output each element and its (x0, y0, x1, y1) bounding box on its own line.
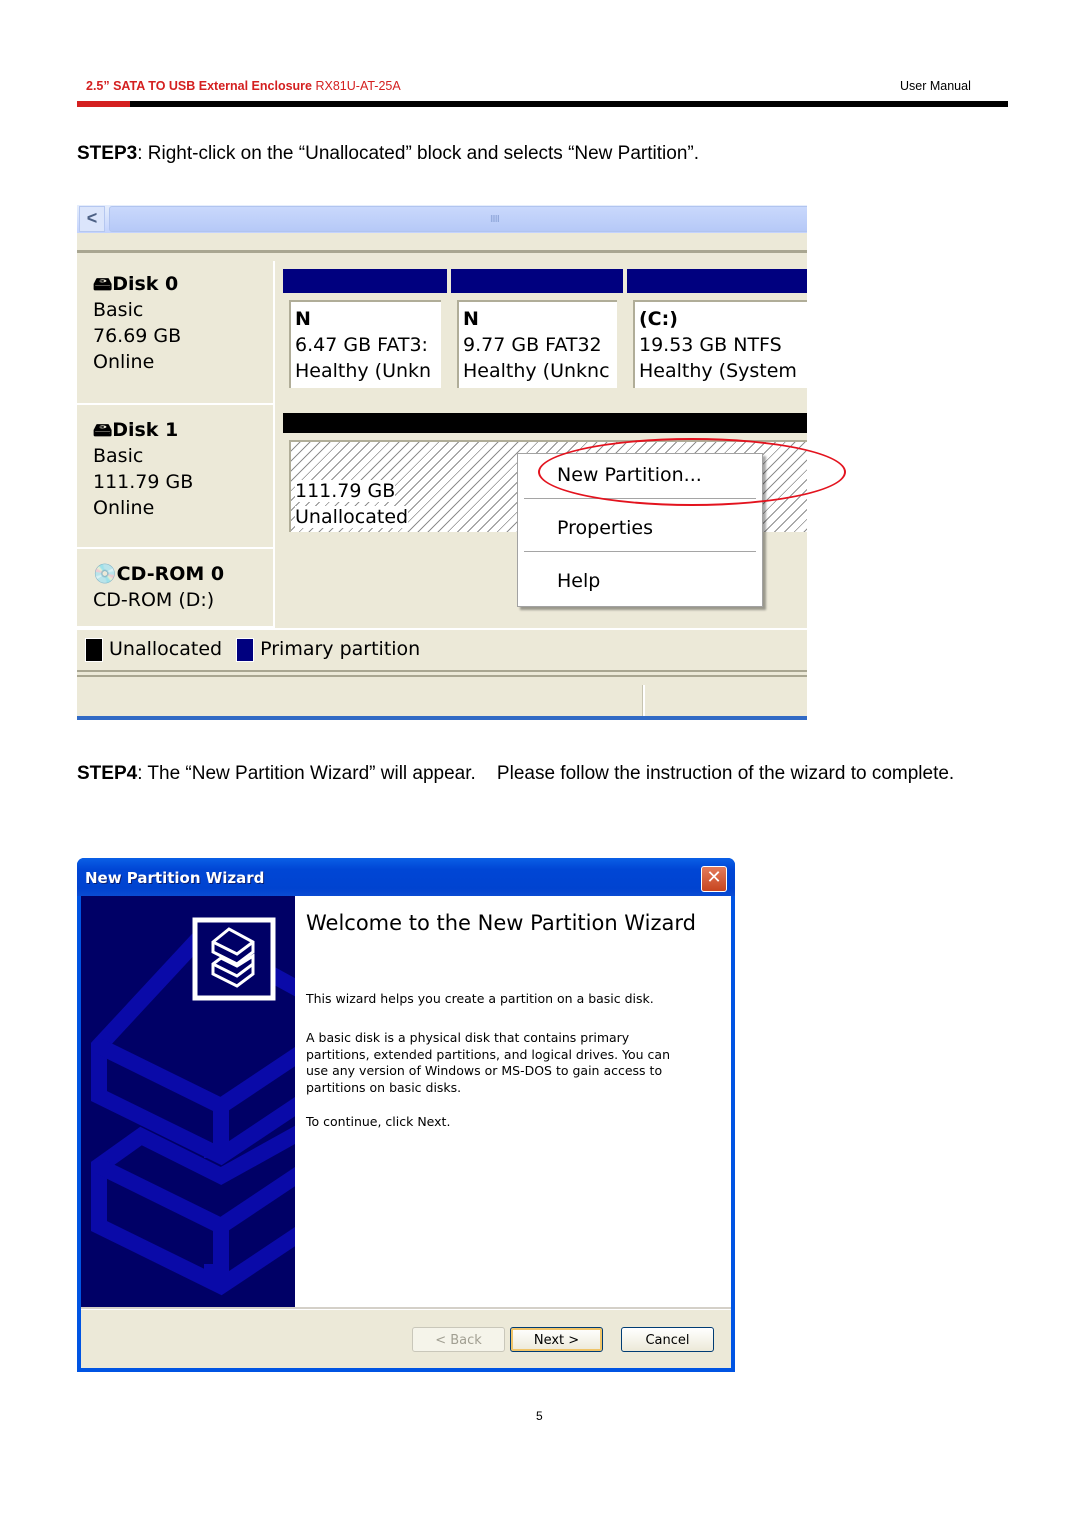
status-bar-divider (642, 685, 645, 717)
cdrom-0-title: 💿CD-ROM 0 (93, 563, 225, 585)
step4-label: STEP4 (77, 763, 138, 784)
disk-0-status: Online (93, 351, 155, 373)
menu-item-properties[interactable]: Properties (557, 517, 653, 539)
wizard-body: Welcome to the New Partition Wizard This… (81, 896, 731, 1368)
horizontal-scrollbar[interactable]: < IIIII (77, 205, 807, 233)
legend-swatch-unallocated (85, 637, 103, 662)
wizard-description-text: A basic disk is a physical disk that con… (306, 1030, 671, 1095)
menu-separator (524, 551, 756, 553)
cdrom-0-label[interactable]: 💿CD-ROM 0 CD-ROM (D:) (77, 549, 275, 628)
document-header-right: User Manual (900, 79, 971, 93)
product-name: 2.5” SATA TO USB External Enclosure (86, 79, 312, 93)
scrollbar-thumb[interactable]: IIIII (109, 206, 807, 232)
step4-instruction: STEP4: The “New Partition Wizard” will a… (77, 758, 1007, 790)
header-rule (77, 101, 1008, 107)
wizard-continue-text: To continue, click Next. (306, 1114, 451, 1129)
partition-block[interactable]: N 9.77 GB FAT32 Healthy (Unknc (451, 269, 623, 393)
partition-info: N 6.47 GB FAT3: Healthy (Unkn (289, 300, 441, 388)
wizard-heading: Welcome to the New Partition Wizard (306, 911, 696, 935)
scroll-left-button[interactable]: < (79, 206, 105, 232)
wizard-intro-text: This wizard helps you create a partition… (306, 991, 654, 1006)
stacked-disks-illustration (91, 917, 295, 1296)
disk-0-label[interactable]: 🖴Disk 0 Basic 76.69 GB Online (77, 261, 275, 405)
disk-1-title: 🖴Disk 1 (93, 419, 179, 441)
disk-1-type: Basic (93, 445, 144, 467)
model-number: RX81U-AT-25A (315, 79, 401, 93)
close-button[interactable]: ✕ (701, 866, 727, 892)
disk-0-partitions: N 6.47 GB FAT3: Healthy (Unkn N 9.77 GB … (277, 261, 807, 405)
divider (77, 250, 807, 253)
cd-rom-icon: 💿 (93, 563, 117, 585)
close-icon: ✕ (706, 867, 722, 888)
highlight-annotation-oval (538, 438, 846, 506)
partition-info: (C:) 19.53 GB NTFS Healthy (System (633, 300, 807, 388)
status-bar (77, 675, 807, 717)
cancel-button[interactable]: Cancel (621, 1327, 714, 1352)
header-rule-accent (77, 101, 130, 107)
step3-text: : Right-click on the “Unallocated” block… (137, 143, 699, 164)
legend-label-primary: Primary partition (260, 638, 421, 660)
disk-1-status: Online (93, 497, 155, 519)
unallocated-band (283, 413, 807, 433)
legend-label-unallocated: Unallocated (109, 638, 223, 660)
wizard-content: Welcome to the New Partition Wizard This… (295, 896, 731, 1307)
step3-instruction: STEP3: Right-click on the “Unallocated” … (77, 138, 699, 170)
hard-disk-icon: 🖴 (93, 273, 113, 295)
wizard-title: New Partition Wizard (85, 869, 265, 887)
new-partition-wizard-window: New Partition Wizard ✕ Welcome to the Ne… (77, 858, 735, 1372)
step3-label: STEP3 (77, 143, 138, 164)
partition-block[interactable]: (C:) 19.53 GB NTFS Healthy (System (627, 269, 807, 393)
document-header-title: 2.5” SATA TO USB External Enclosure RX81… (86, 79, 401, 93)
step4-text: : The “New Partition Wizard” will appear… (137, 763, 955, 784)
scrollbar-grip-icon: IIIII (490, 214, 500, 225)
disk-0-size: 76.69 GB (93, 325, 182, 347)
disk-0-title: 🖴Disk 0 (93, 273, 179, 295)
primary-partition-band (283, 269, 447, 293)
menu-item-help[interactable]: Help (557, 570, 600, 592)
disk-1-label[interactable]: 🖴Disk 1 Basic 111.79 GB Online (77, 405, 275, 549)
disk-0-type: Basic (93, 299, 144, 321)
disk-1-size: 111.79 GB (93, 471, 194, 493)
partition-info: N 9.77 GB FAT32 Healthy (Unknc (457, 300, 617, 388)
wizard-title-bar[interactable]: New Partition Wizard ✕ (77, 858, 735, 896)
primary-partition-band (451, 269, 623, 293)
partition-block[interactable]: N 6.47 GB FAT3: Healthy (Unkn (283, 269, 447, 393)
wizard-footer-divider (81, 1307, 731, 1310)
primary-partition-band (627, 269, 807, 293)
next-button[interactable]: Next > (510, 1327, 603, 1352)
hard-disk-icon: 🖴 (93, 419, 113, 441)
legend-swatch-primary (236, 637, 255, 662)
page-number: 5 (536, 1409, 543, 1423)
back-button[interactable]: < Back (412, 1327, 505, 1352)
wizard-side-banner (81, 896, 295, 1307)
cdrom-0-drive: CD-ROM (D:) (93, 589, 215, 611)
window-bottom-border (77, 716, 807, 720)
partition-legend: Unallocated Primary partition (77, 628, 807, 672)
